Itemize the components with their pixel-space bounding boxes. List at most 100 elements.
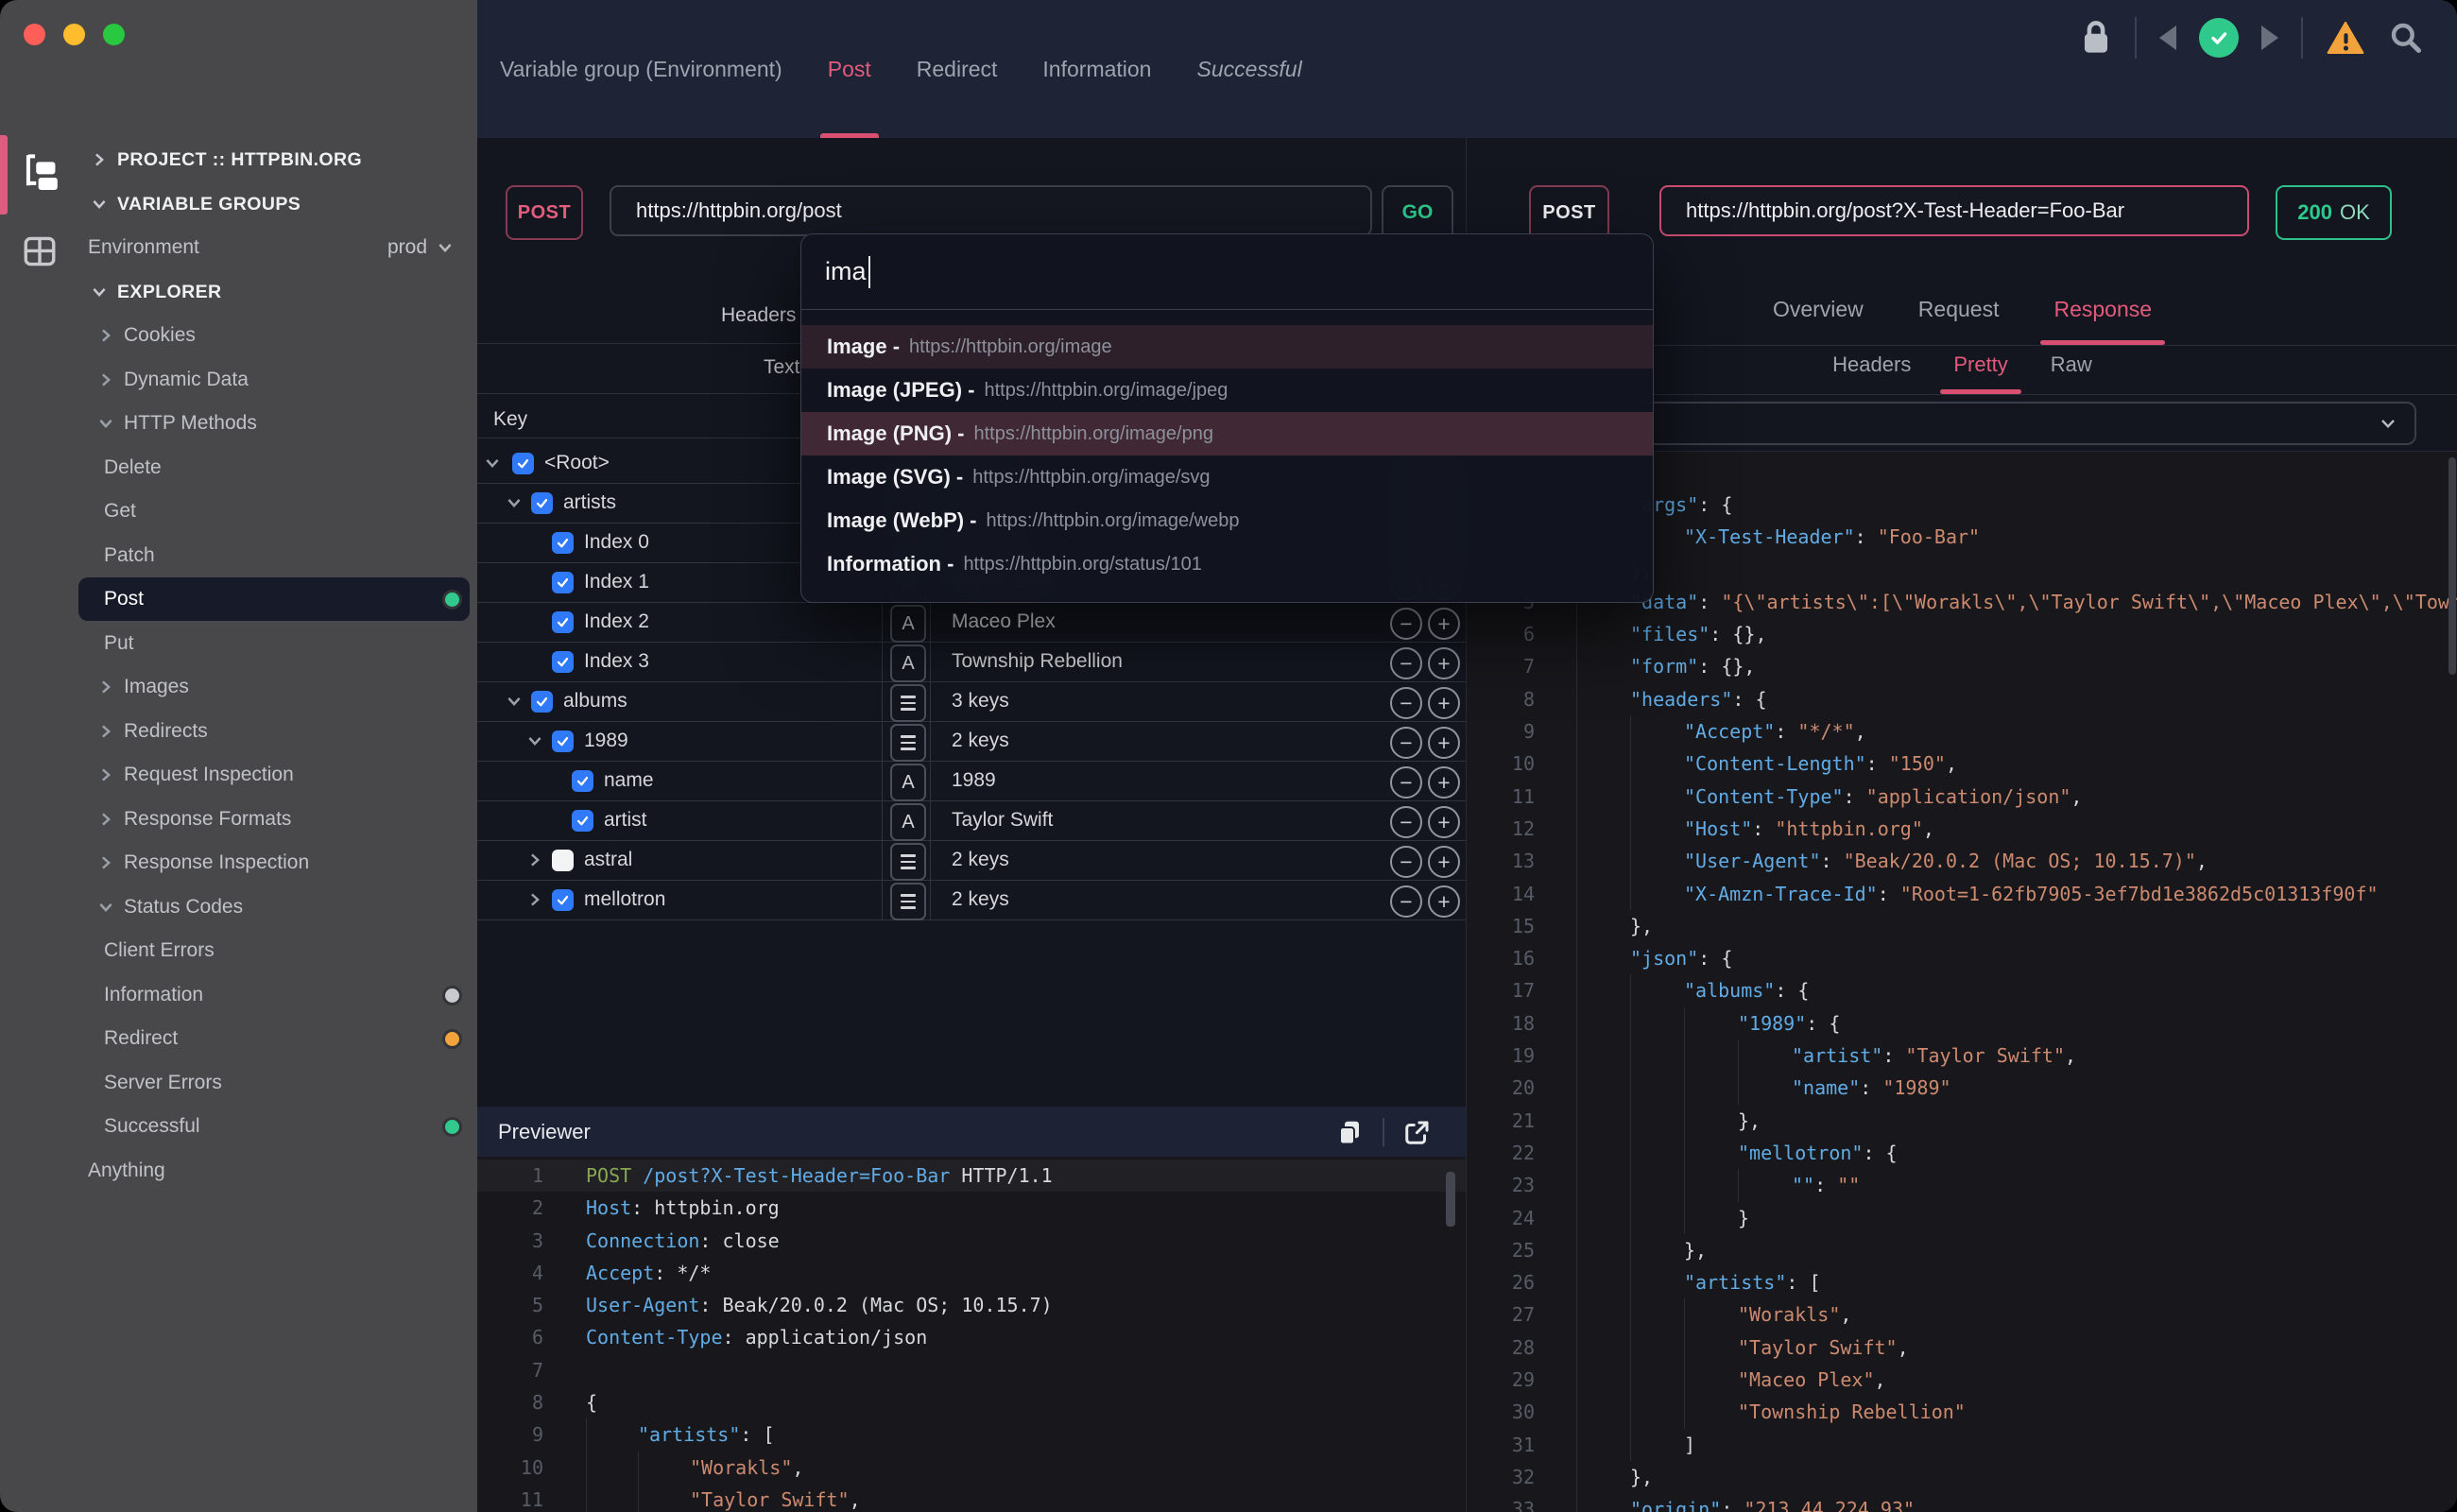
remove-row-button[interactable]: − [1390,766,1422,799]
response-json-code[interactable]: 2"args": {3"X-Test-Header": "Foo-Bar"4},… [1467,452,2457,1512]
url-input[interactable]: https://httpbin.org/post [610,185,1372,236]
row-value[interactable]: 1989 [952,769,996,792]
row-value[interactable]: Township Rebellion [952,650,1123,673]
minimize-button[interactable] [63,24,85,45]
warning-icon[interactable] [2326,20,2365,56]
chevron-down-icon[interactable] [525,731,544,750]
tab-redirect[interactable]: Redirect [917,0,998,138]
sidebar-item-put[interactable]: Put [0,622,477,665]
sidebar-item-dynamic-data[interactable]: Dynamic Data [0,358,477,402]
remove-row-button[interactable]: − [1390,687,1422,719]
row-checkbox[interactable] [531,691,553,713]
sync-ok-check-icon[interactable] [2199,18,2239,58]
row-type-object-icon[interactable] [890,724,926,762]
row-checkbox[interactable] [531,492,553,514]
chevron-right-icon[interactable] [96,765,115,784]
row-checkbox[interactable] [552,651,574,673]
tab-successful[interactable]: Successful [1196,0,1301,138]
remove-row-button[interactable]: − [1390,608,1422,640]
sidebar-item-project-httpbin-org[interactable]: PROJECT :: HTTPBIN.ORG [0,138,477,181]
subtab-raw[interactable]: Raw [2051,352,2092,394]
row-checkbox[interactable] [552,889,574,911]
sidebar-item-status-codes[interactable]: Status Codes [0,885,477,929]
sidebar-item-successful[interactable]: Successful [0,1105,477,1148]
sidebar-item-delete[interactable]: Delete [0,446,477,490]
response-url-input[interactable]: https://httpbin.org/post?X-Test-Header=F… [1659,185,2249,236]
sidebar-item-redirect[interactable]: Redirect [0,1017,477,1060]
chevron-right-icon[interactable] [525,850,544,869]
chevron-right-icon[interactable] [96,678,115,696]
sidebar-item-response-inspection[interactable]: Response Inspection [0,841,477,885]
autocomplete-item-image-webp[interactable]: Image (WebP) -https://httpbin.org/image/… [801,499,1653,542]
row-type-object-icon[interactable] [890,684,926,722]
tab-request[interactable]: Request [1918,297,2000,345]
row-value[interactable]: Taylor Swift [952,809,1053,832]
chevron-down-icon[interactable] [505,692,524,711]
sidebar-item-cookies[interactable]: Cookies [0,314,477,357]
sidebar-item-server-errors[interactable]: Server Errors [0,1061,477,1105]
autocomplete-input[interactable]: ima [825,234,870,309]
row-type-text-icon[interactable]: A [890,764,926,801]
row-value[interactable]: 3 keys [952,690,1009,713]
autocomplete-item-httpbin.org-image[interactable]: Image -https://httpbin.org/image [801,325,1653,369]
tab-variable-group-environment-[interactable]: Variable group (Environment) [500,0,782,138]
sidebar-item-request-inspection[interactable]: Request Inspection [0,753,477,797]
chevron-down-icon[interactable] [96,898,115,917]
add-row-button[interactable]: + [1428,608,1460,640]
chevron-down-icon[interactable] [90,283,109,301]
row-checkbox[interactable] [512,453,534,474]
search-icon[interactable] [2388,20,2424,56]
sidebar-item-images[interactable]: Images [0,665,477,709]
sidebar-item-explorer[interactable]: EXPLORER [0,270,477,314]
remove-row-button[interactable]: − [1390,885,1422,918]
previewer-code[interactable]: 1POST /post?X-Test-Header=Foo-Bar HTTP/1… [477,1157,1466,1512]
add-row-button[interactable]: + [1428,687,1460,719]
autocomplete-item-status-101[interactable]: Information -https://httpbin.org/status/… [801,542,1653,586]
row-type-object-icon[interactable] [890,883,926,920]
add-row-button[interactable]: + [1428,806,1460,838]
sidebar-item-http-methods[interactable]: HTTP Methods [0,402,477,445]
remove-row-button[interactable]: − [1390,806,1422,838]
row-checkbox[interactable] [552,730,574,752]
row-type-object-icon[interactable] [890,843,926,881]
chevron-right-icon[interactable] [96,370,115,389]
previewer-scrollbar[interactable] [1446,1172,1455,1227]
autocomplete-item-image-jpeg[interactable]: Image (JPEG) -https://httpbin.org/image/… [801,369,1653,412]
zoom-button[interactable] [103,24,125,45]
row-value[interactable]: 2 keys [952,730,1009,752]
row-type-text-icon[interactable]: A [890,644,926,682]
chevron-right-icon[interactable] [96,326,115,345]
subtab-headers[interactable]: Headers [1832,352,1911,394]
remove-row-button[interactable]: − [1390,647,1422,679]
chevron-down-icon[interactable] [483,454,502,472]
add-row-button[interactable]: + [1428,846,1460,878]
row-type-text-icon[interactable]: A [890,803,926,841]
close-button[interactable] [24,24,45,45]
environment-value-selector[interactable]: prod [387,236,455,259]
row-value[interactable]: 2 keys [952,849,1009,871]
autocomplete-item-image-svg[interactable]: Image (SVG) -https://httpbin.org/image/s… [801,455,1653,499]
sidebar-item-variable-groups[interactable]: VARIABLE GROUPS [0,182,477,226]
add-row-button[interactable]: + [1428,885,1460,918]
go-button[interactable]: GO [1382,185,1453,240]
chevron-down-icon[interactable] [90,195,109,214]
add-row-button[interactable]: + [1428,647,1460,679]
forward-arrow-icon[interactable] [2261,26,2278,50]
sidebar-item-redirects[interactable]: Redirects [0,710,477,753]
chevron-down-icon[interactable] [96,414,115,433]
method-chip[interactable]: POST [506,185,583,240]
response-scrollbar[interactable] [2448,457,2456,675]
sidebar-item-client-errors[interactable]: Client Errors [0,929,477,972]
tab-information[interactable]: Information [1042,0,1151,138]
chevron-down-icon[interactable] [436,238,455,257]
lock-icon[interactable] [2080,19,2112,57]
row-value[interactable]: 2 keys [952,888,1009,911]
chevron-right-icon[interactable] [90,150,109,169]
tab-response[interactable]: Response [2053,297,2152,345]
autocomplete-item-image-png[interactable]: Image (PNG) -https://httpbin.org/image/p… [801,412,1653,455]
sidebar-item-response-formats[interactable]: Response Formats [0,798,477,841]
row-checkbox[interactable] [552,850,574,871]
sidebar-item-information[interactable]: Information [0,973,477,1017]
row-value[interactable]: Maceo Plex [952,610,1056,633]
add-row-button[interactable]: + [1428,727,1460,759]
